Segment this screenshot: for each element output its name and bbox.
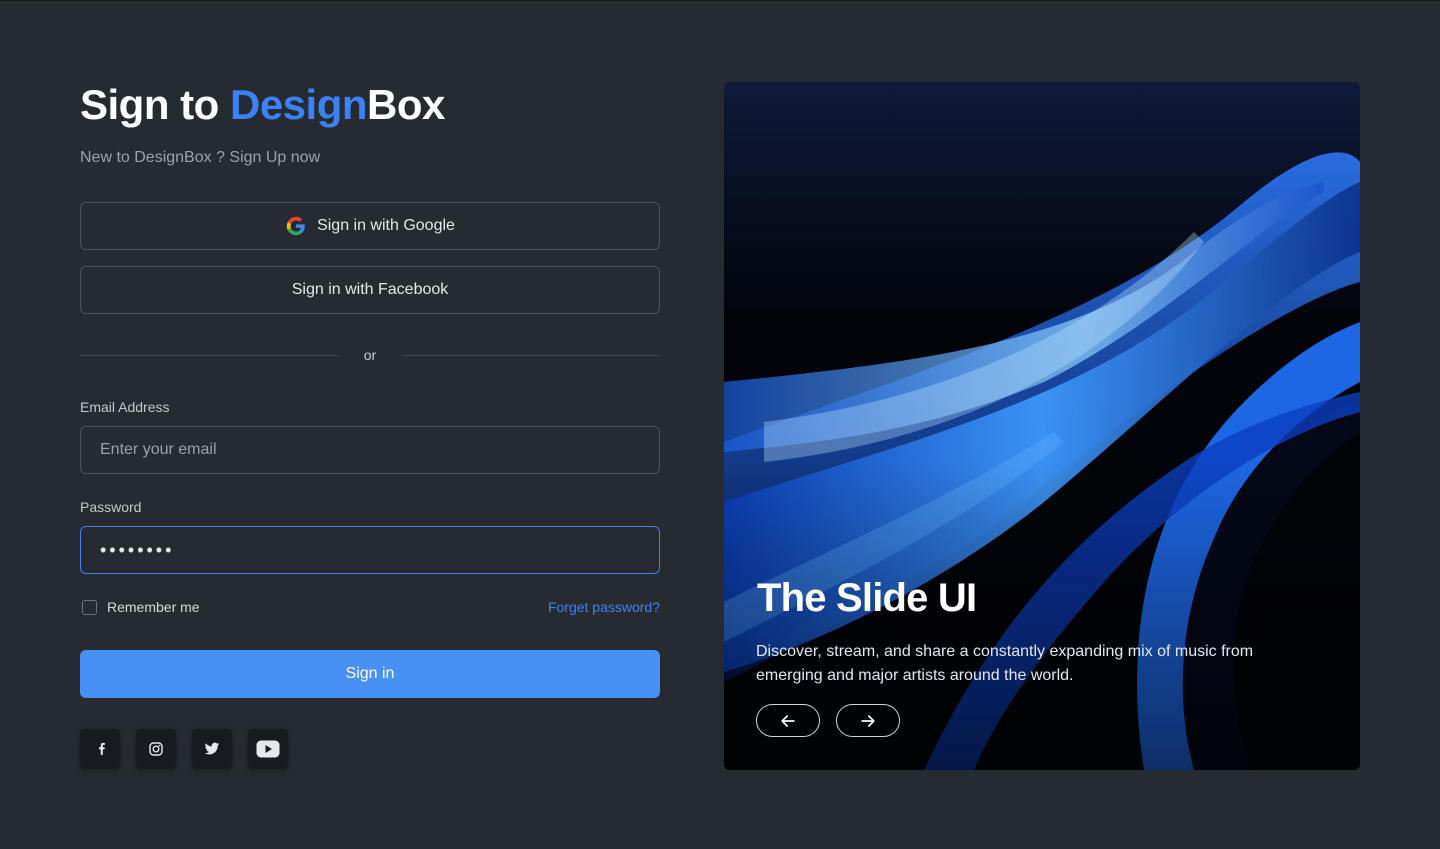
social-links (80, 729, 288, 769)
signup-prompt[interactable]: New to DesignBox ? Sign Up now (80, 149, 320, 167)
remember-me-checkbox[interactable] (82, 599, 97, 615)
slide-prev-button[interactable] (756, 704, 820, 737)
twitter-icon (204, 742, 220, 755)
page-title: Sign to DesignBox (80, 81, 445, 129)
facebook-signin-button[interactable]: Sign in with Facebook (80, 266, 660, 314)
facebook-link[interactable] (80, 729, 120, 769)
email-label: Email Address (80, 399, 170, 415)
signup-prompt-text: New to DesignBox ? Sign Up now (80, 149, 321, 166)
instagram-link[interactable] (136, 729, 176, 769)
google-signin-label: Sign in with Google (317, 217, 455, 234)
instagram-icon (149, 742, 163, 756)
title-accent: Design (229, 81, 368, 128)
sign-in-label: Sign in (345, 665, 395, 682)
remember-me-label: Remember me (107, 599, 200, 615)
title-suffix: Box (367, 81, 445, 128)
youtube-icon (256, 740, 280, 758)
password-field[interactable] (80, 526, 660, 574)
divider-line-right (402, 355, 660, 356)
title-prefix: Sign to (80, 81, 230, 128)
email-field[interactable] (80, 426, 660, 474)
google-signin-button[interactable]: Sign in with Google (80, 202, 660, 250)
arrow-left-icon (781, 714, 795, 727)
hero-title: The Slide UI (757, 576, 977, 620)
password-label: Password (80, 499, 142, 515)
signin-page: Sign to DesignBox New to DesignBox ? Sig… (0, 0, 1440, 849)
hero-description: Discover, stream, and share a constantly… (756, 643, 1254, 684)
youtube-link[interactable] (248, 729, 288, 769)
or-divider: or (80, 345, 660, 365)
hero-slide: The Slide UI Discover, stream, and share… (724, 82, 1360, 770)
google-icon (285, 215, 307, 237)
forgot-password-link[interactable]: Forget password? (548, 599, 660, 615)
slide-next-button[interactable] (836, 704, 900, 737)
facebook-signin-label: Sign in with Facebook (291, 281, 449, 298)
twitter-link[interactable] (192, 729, 232, 769)
sign-in-button[interactable]: Sign in (80, 650, 660, 698)
facebook-icon (99, 742, 105, 755)
remember-me[interactable]: Remember me (82, 599, 200, 615)
arrow-right-icon (861, 714, 875, 727)
